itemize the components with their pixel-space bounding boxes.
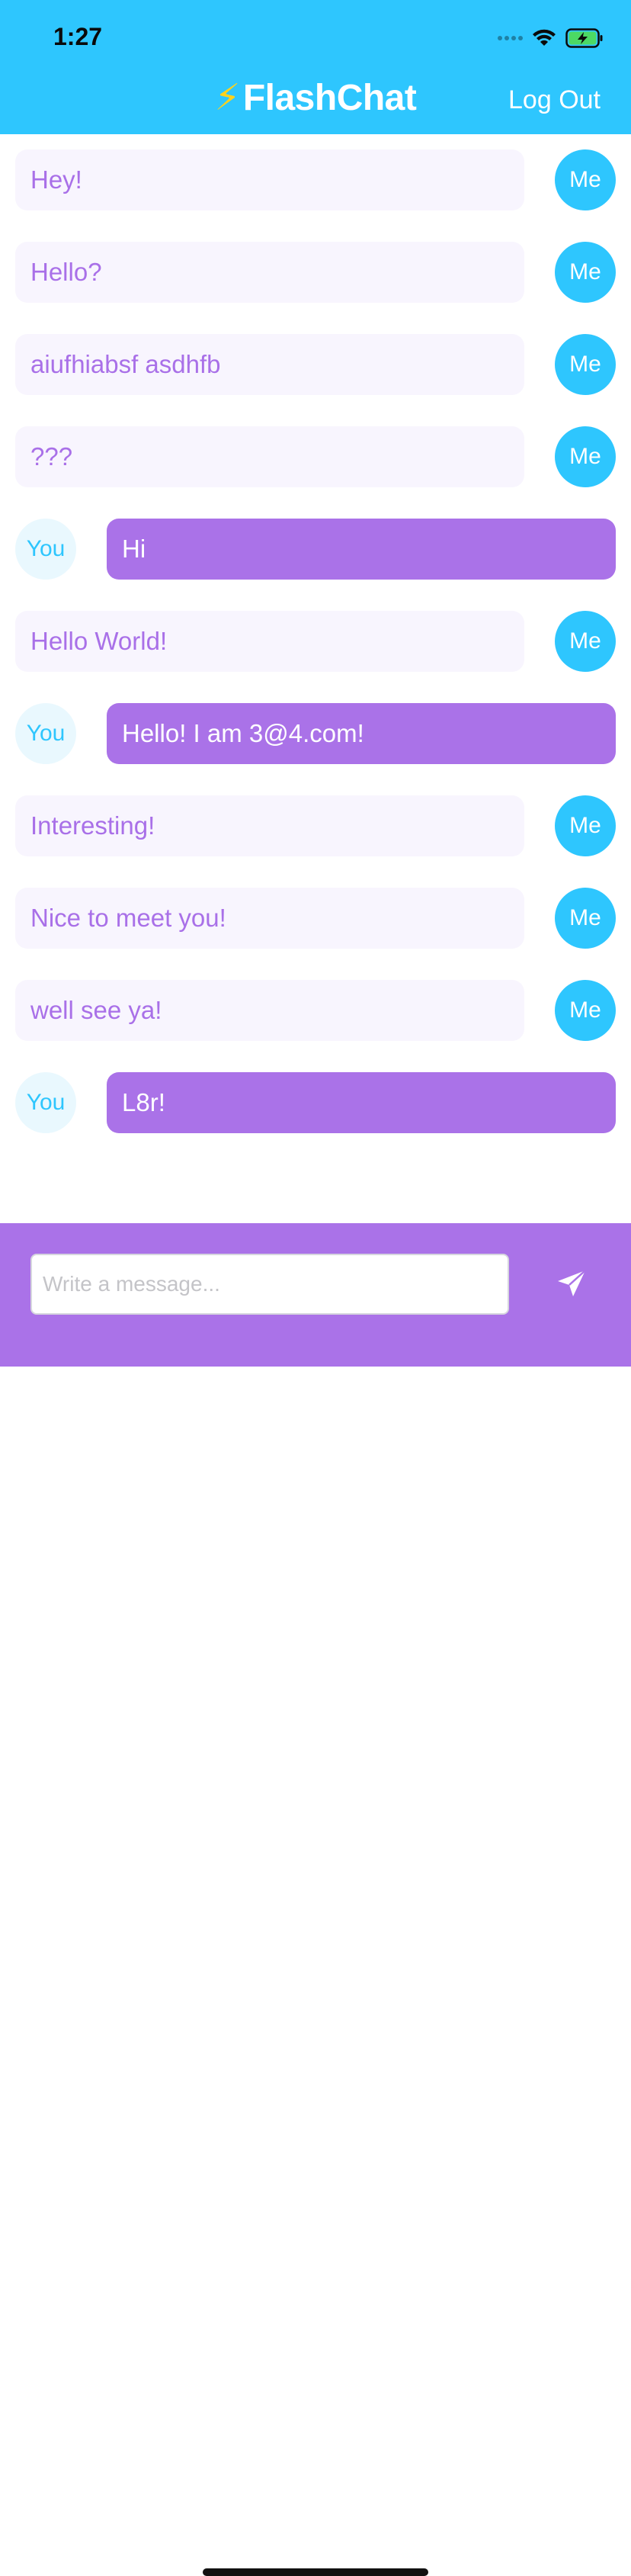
message-bubble: Hi bbox=[107, 519, 616, 580]
message-row: L8r! You bbox=[0, 1057, 631, 1149]
message-bubble: Hello? bbox=[15, 242, 524, 303]
message-bubble: well see ya! bbox=[15, 980, 524, 1041]
lightning-bolt-icon: ⚡ bbox=[214, 78, 241, 118]
avatar-me: Me bbox=[555, 149, 616, 210]
message-row: Interesting! Me bbox=[0, 780, 631, 872]
message-bubble: ??? bbox=[15, 426, 524, 487]
status-bar: 1:27 bbox=[0, 0, 631, 67]
avatar-you: You bbox=[15, 703, 76, 764]
wifi-icon bbox=[533, 29, 556, 46]
nav-bar: ⚡FlashChat Log Out bbox=[0, 67, 631, 134]
message-list[interactable]: Hey! Me Hello? Me aiufhiabsf asdhfb Me??? Me H… bbox=[0, 134, 631, 1223]
message-row: Hi You bbox=[0, 503, 631, 596]
avatar-me: Me bbox=[555, 242, 616, 303]
avatar-me: Me bbox=[555, 980, 616, 1041]
message-input[interactable] bbox=[30, 1254, 509, 1315]
avatar-me: Me bbox=[555, 611, 616, 672]
avatar-you: You bbox=[15, 519, 76, 580]
home-indicator bbox=[203, 2568, 428, 2576]
message-bubble: Hello! I am 3@4.com! bbox=[107, 703, 616, 764]
avatar-you: You bbox=[15, 1072, 76, 1133]
battery-charging-icon bbox=[565, 28, 603, 48]
message-bubble: aiufhiabsf asdhfb bbox=[15, 334, 524, 395]
message-bubble: Nice to meet you! bbox=[15, 888, 524, 949]
message-row: Hello? Me bbox=[0, 226, 631, 319]
message-row: Hello! I am 3@4.com! You bbox=[0, 688, 631, 780]
message-row: Nice to meet you! Me bbox=[0, 872, 631, 965]
message-composer bbox=[0, 1223, 631, 2576]
message-bubble: Hey! bbox=[15, 149, 524, 210]
message-row: aiufhiabsf asdhfb Me bbox=[0, 319, 631, 411]
status-time: 1:27 bbox=[53, 23, 103, 50]
avatar-me: Me bbox=[555, 334, 616, 395]
message-row: ??? Me bbox=[0, 411, 631, 503]
avatar-me: Me bbox=[555, 426, 616, 487]
send-button[interactable] bbox=[550, 1263, 593, 1306]
message-bubble: Interesting! bbox=[15, 795, 524, 856]
message-bubble: Hello World! bbox=[15, 611, 524, 672]
app-title-text: FlashChat bbox=[242, 78, 417, 118]
paper-plane-icon bbox=[558, 1270, 586, 1296]
message-row: Hello World! Me bbox=[0, 596, 631, 688]
status-icons bbox=[498, 26, 604, 50]
avatar-me: Me bbox=[555, 888, 616, 949]
message-bubble: L8r! bbox=[107, 1072, 616, 1133]
message-row: well see ya! Me bbox=[0, 965, 631, 1057]
avatar-me: Me bbox=[555, 795, 616, 856]
logout-button[interactable]: Log Out bbox=[508, 85, 601, 115]
message-row: Hey! Me bbox=[0, 134, 631, 226]
signal-icon bbox=[498, 36, 523, 40]
